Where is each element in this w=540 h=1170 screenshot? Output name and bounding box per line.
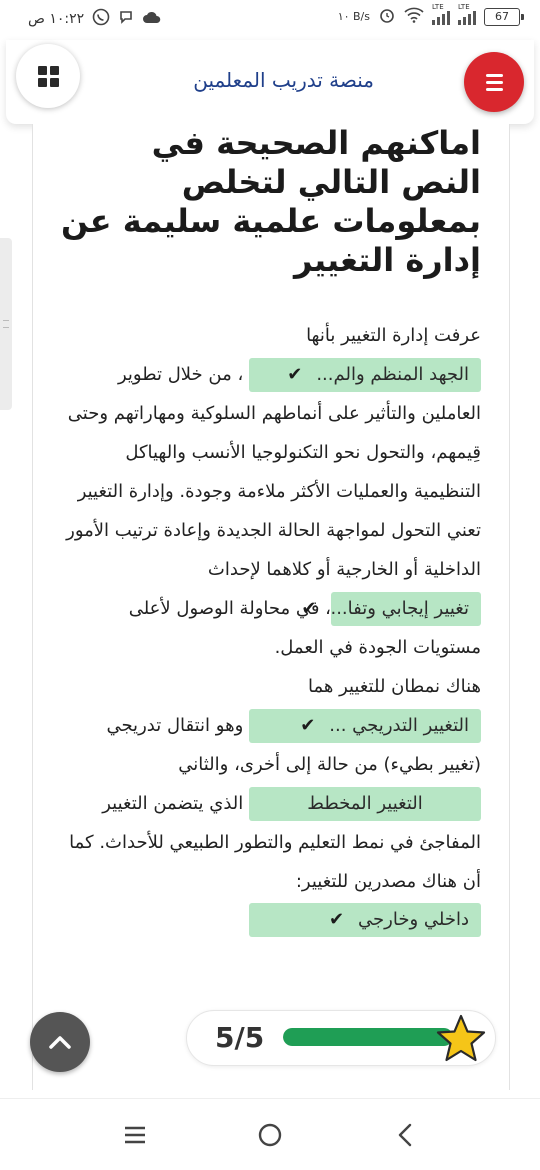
grid-menu-button[interactable] bbox=[16, 44, 80, 108]
battery-icon: 67 bbox=[484, 7, 524, 26]
check-icon: ✔ bbox=[287, 364, 303, 385]
score-progress-bar bbox=[283, 1028, 453, 1046]
status-right: ١٠ B/s LTE LTE 67 bbox=[337, 3, 524, 27]
answer-text: التغيير التدريجي ... bbox=[329, 715, 469, 736]
app-header: منصة تدريب المعلمين bbox=[6, 40, 534, 124]
answer-text: الجهد المنظم والم... bbox=[316, 364, 469, 385]
answer-chip[interactable]: داخلي وخارجي ✔ bbox=[249, 903, 481, 937]
chevron-up-icon bbox=[49, 1036, 71, 1049]
answer-chip[interactable]: التغيير التدريجي ... ✔ bbox=[249, 709, 481, 743]
text-segment: عرفت إدارة التغيير بأنها bbox=[306, 325, 481, 346]
recent-apps-button[interactable] bbox=[115, 1117, 155, 1153]
wifi-icon bbox=[404, 7, 424, 26]
status-bar: ١٠:٢٢ ص ١٠ B/s LTE LTE 67 bbox=[0, 0, 540, 40]
back-icon bbox=[398, 1123, 412, 1147]
score-panel: 5/5 bbox=[186, 1010, 496, 1066]
answer-text: التغيير المخطط bbox=[307, 793, 423, 814]
site-title[interactable]: منصة تدريب المعلمين bbox=[193, 68, 374, 92]
fill-blanks-text: عرفت إدارة التغيير بأنها الجهد المنظم وا… bbox=[61, 316, 481, 939]
text-segment: ، من خلال تطوير bbox=[117, 364, 244, 385]
question-heading: اماكنهم الصحيحة في النص التالي لتخلص بمع… bbox=[60, 124, 481, 279]
system-nav-bar bbox=[0, 1098, 540, 1170]
hamburger-icon bbox=[485, 73, 503, 77]
content-card: اماكنهم الصحيحة في النص التالي لتخلص بمع… bbox=[32, 124, 510, 1090]
check-icon: ✔ bbox=[300, 715, 316, 736]
status-left: ١٠:٢٢ ص bbox=[28, 8, 162, 30]
answer-chip[interactable]: الجهد المنظم والم... ✔ bbox=[249, 358, 481, 392]
answer-text: داخلي وخارجي bbox=[358, 909, 469, 930]
lte-label-1: LTE bbox=[432, 2, 444, 11]
recent-apps-icon bbox=[125, 1126, 145, 1144]
signal-icon-1: LTE bbox=[432, 3, 450, 25]
text-segment: العاملين والتأثير على أنماطهم السلوكية و… bbox=[66, 403, 481, 580]
alarm-icon bbox=[378, 6, 396, 27]
star-icon bbox=[436, 1014, 486, 1062]
drawer-handle[interactable] bbox=[0, 238, 12, 410]
scroll-top-button[interactable] bbox=[30, 1012, 90, 1072]
answer-chip[interactable]: التغيير المخطط bbox=[249, 787, 481, 821]
battery-level: 67 bbox=[495, 9, 509, 23]
score-progress-fill bbox=[283, 1028, 453, 1046]
answer-text: تغيير إيجابي وتفا... bbox=[330, 598, 469, 619]
check-icon: ✔ bbox=[328, 909, 345, 930]
cloud-icon bbox=[142, 10, 162, 28]
home-icon bbox=[258, 1123, 282, 1147]
net-speed: ١٠ B/s bbox=[337, 10, 370, 23]
messenger-icon bbox=[118, 9, 134, 29]
check-icon: ✔ bbox=[301, 598, 317, 619]
home-button[interactable] bbox=[250, 1117, 290, 1153]
score-text: 5/5 bbox=[215, 1021, 265, 1054]
whatsapp-icon bbox=[92, 8, 110, 30]
lte-label-2: LTE bbox=[458, 2, 470, 11]
text-segment: هناك نمطان للتغيير هما bbox=[307, 676, 481, 697]
status-time: ١٠:٢٢ ص bbox=[28, 11, 85, 27]
signal-icon-2: LTE bbox=[458, 3, 476, 25]
answer-chip[interactable]: تغيير إيجابي وتفا... ✔ bbox=[301, 592, 481, 626]
grid-icon bbox=[37, 65, 59, 87]
menu-button[interactable] bbox=[464, 52, 524, 112]
back-button[interactable] bbox=[385, 1117, 425, 1153]
